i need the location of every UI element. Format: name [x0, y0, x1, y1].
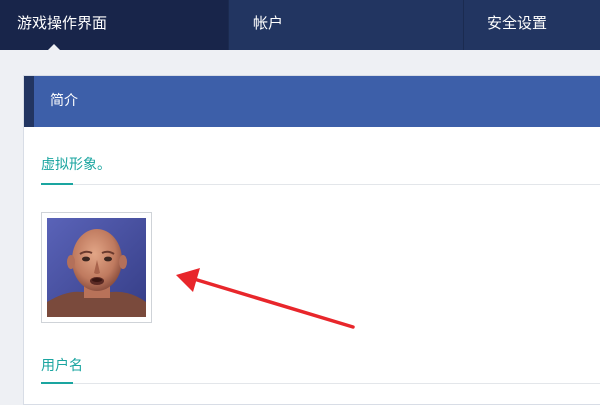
avatar-section-divider — [41, 183, 600, 185]
top-navigation: 游戏操作界面 帐户 安全设置 — [0, 0, 600, 51]
username-section-divider — [41, 382, 600, 384]
panel-header: 简介 — [24, 76, 600, 127]
panel-title: 简介 — [50, 93, 78, 109]
section-accent-underline — [41, 382, 73, 384]
username-section-label: 用户名 — [41, 358, 83, 374]
avatar-image — [47, 218, 146, 317]
nav-tab-security-settings[interactable]: 安全设置 — [464, 0, 600, 50]
avatar-section-label: 虚拟形象。 — [41, 157, 111, 173]
nav-tab-game-interface[interactable]: 游戏操作界面 — [0, 0, 229, 51]
nav-tab-label: 安全设置 — [487, 14, 548, 32]
nav-tab-label: 游戏操作界面 — [17, 14, 108, 32]
nav-tab-account[interactable]: 帐户 — [229, 0, 464, 50]
avatar-picker[interactable] — [41, 212, 152, 323]
section-accent-underline — [41, 183, 73, 185]
active-tab-caret-icon — [47, 44, 61, 51]
nav-tab-label: 帐户 — [253, 14, 284, 32]
profile-panel: 简介 虚拟形象。 用户名 — [23, 75, 600, 405]
